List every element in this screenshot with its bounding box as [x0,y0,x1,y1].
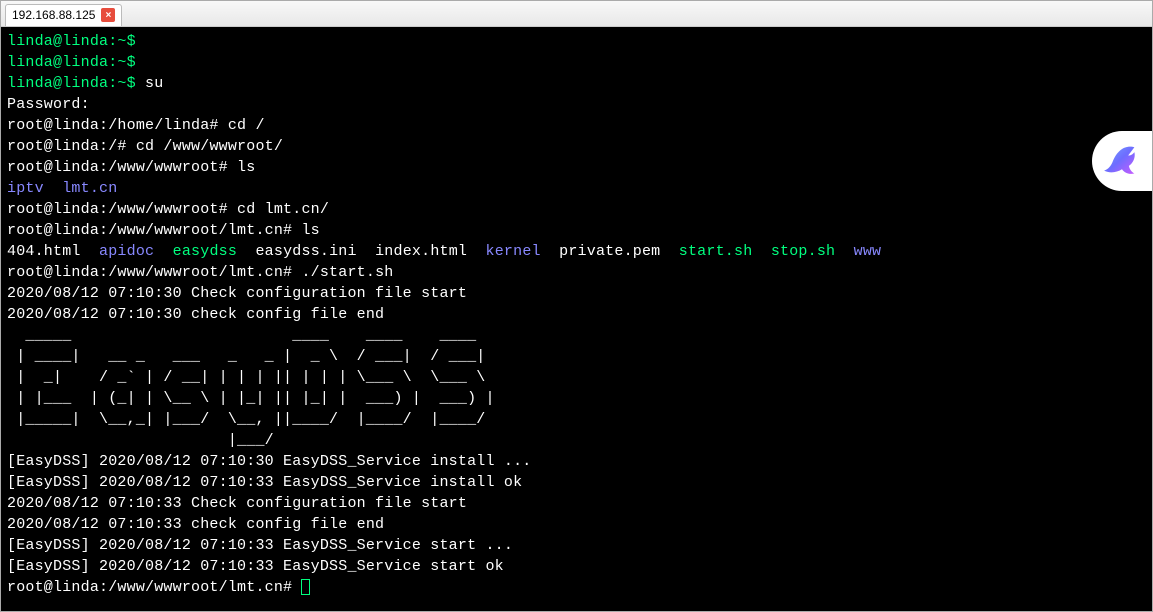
prompt-root: root@linda:/home/linda# [7,117,228,134]
cmd-text: cd / [228,117,265,134]
cursor [301,579,310,595]
prompt-root: root@linda:/www/wwwroot/lmt.cn# [7,579,301,596]
list-item: private.pem [559,243,660,260]
prompt-user: linda@linda:~$ [7,75,145,92]
output-line: [EasyDSS] 2020/08/12 07:10:33 EasyDSS_Se… [7,474,522,491]
ascii-art: |___/ [7,432,274,449]
tab-bar: 192.168.88.125 × [1,1,1152,27]
prompt-root: root@linda:/www/wwwroot# [7,201,237,218]
bird-logo-icon[interactable] [1092,131,1152,191]
prompt-user: linda@linda:~$ [7,54,136,71]
list-item: 404.html [7,243,81,260]
list-item: stop.sh [771,243,835,260]
list-item: kernel [486,243,541,260]
tab-ip[interactable]: 192.168.88.125 × [5,4,122,26]
cmd-text: ./start.sh [301,264,393,281]
cmd-text: su [145,75,163,92]
list-item: easydss.ini [255,243,356,260]
cmd-text: ls [237,159,255,176]
list-item: apidoc [99,243,154,260]
list-item: start.sh [679,243,753,260]
output-line: 2020/08/12 07:10:30 check config file en… [7,306,384,323]
output-line: [EasyDSS] 2020/08/12 07:10:33 EasyDSS_Se… [7,537,513,554]
list-item: easydss [173,243,237,260]
output-line: [EasyDSS] 2020/08/12 07:10:33 EasyDSS_Se… [7,558,504,575]
ascii-art: _____ ____ ____ ____ [7,327,476,344]
list-item: www [854,243,882,260]
prompt-user: linda@linda:~$ [7,33,136,50]
cmd-text: ls [301,222,319,239]
output-line: [EasyDSS] 2020/08/12 07:10:30 EasyDSS_Se… [7,453,531,470]
prompt-root: root@linda:/www/wwwroot# [7,159,237,176]
ascii-art: | _| / _` | / __| | | | || | | | \___ \ … [7,369,485,386]
ascii-art: | |___ | (_| | \__ \ | |_| || |_| | ___)… [7,390,495,407]
prompt-root: root@linda:/www/wwwroot/lmt.cn# [7,264,301,281]
terminal[interactable]: linda@linda:~$ linda@linda:~$ linda@lind… [1,27,1152,611]
cmd-text: cd lmt.cn/ [237,201,329,218]
output-line: 2020/08/12 07:10:33 Check configuration … [7,495,467,512]
output-line: 2020/08/12 07:10:33 check config file en… [7,516,384,533]
list-item: index.html [375,243,467,260]
list-item: iptv [7,180,44,197]
prompt-root: root@linda:/# [7,138,136,155]
ascii-art: |_____| \__,_| |___/ \__, ||____/ |____/… [7,411,485,428]
tab-label: 192.168.88.125 [12,8,95,22]
cmd-text: cd /www/wwwroot/ [136,138,283,155]
output-line: 2020/08/12 07:10:30 Check configuration … [7,285,467,302]
password-label: Password: [7,96,90,113]
close-icon[interactable]: × [101,8,115,22]
prompt-root: root@linda:/www/wwwroot/lmt.cn# [7,222,301,239]
ascii-art: | ____| __ _ ___ _ _ | _ \ / ___| / ___| [7,348,485,365]
list-item: lmt.cn [62,180,117,197]
